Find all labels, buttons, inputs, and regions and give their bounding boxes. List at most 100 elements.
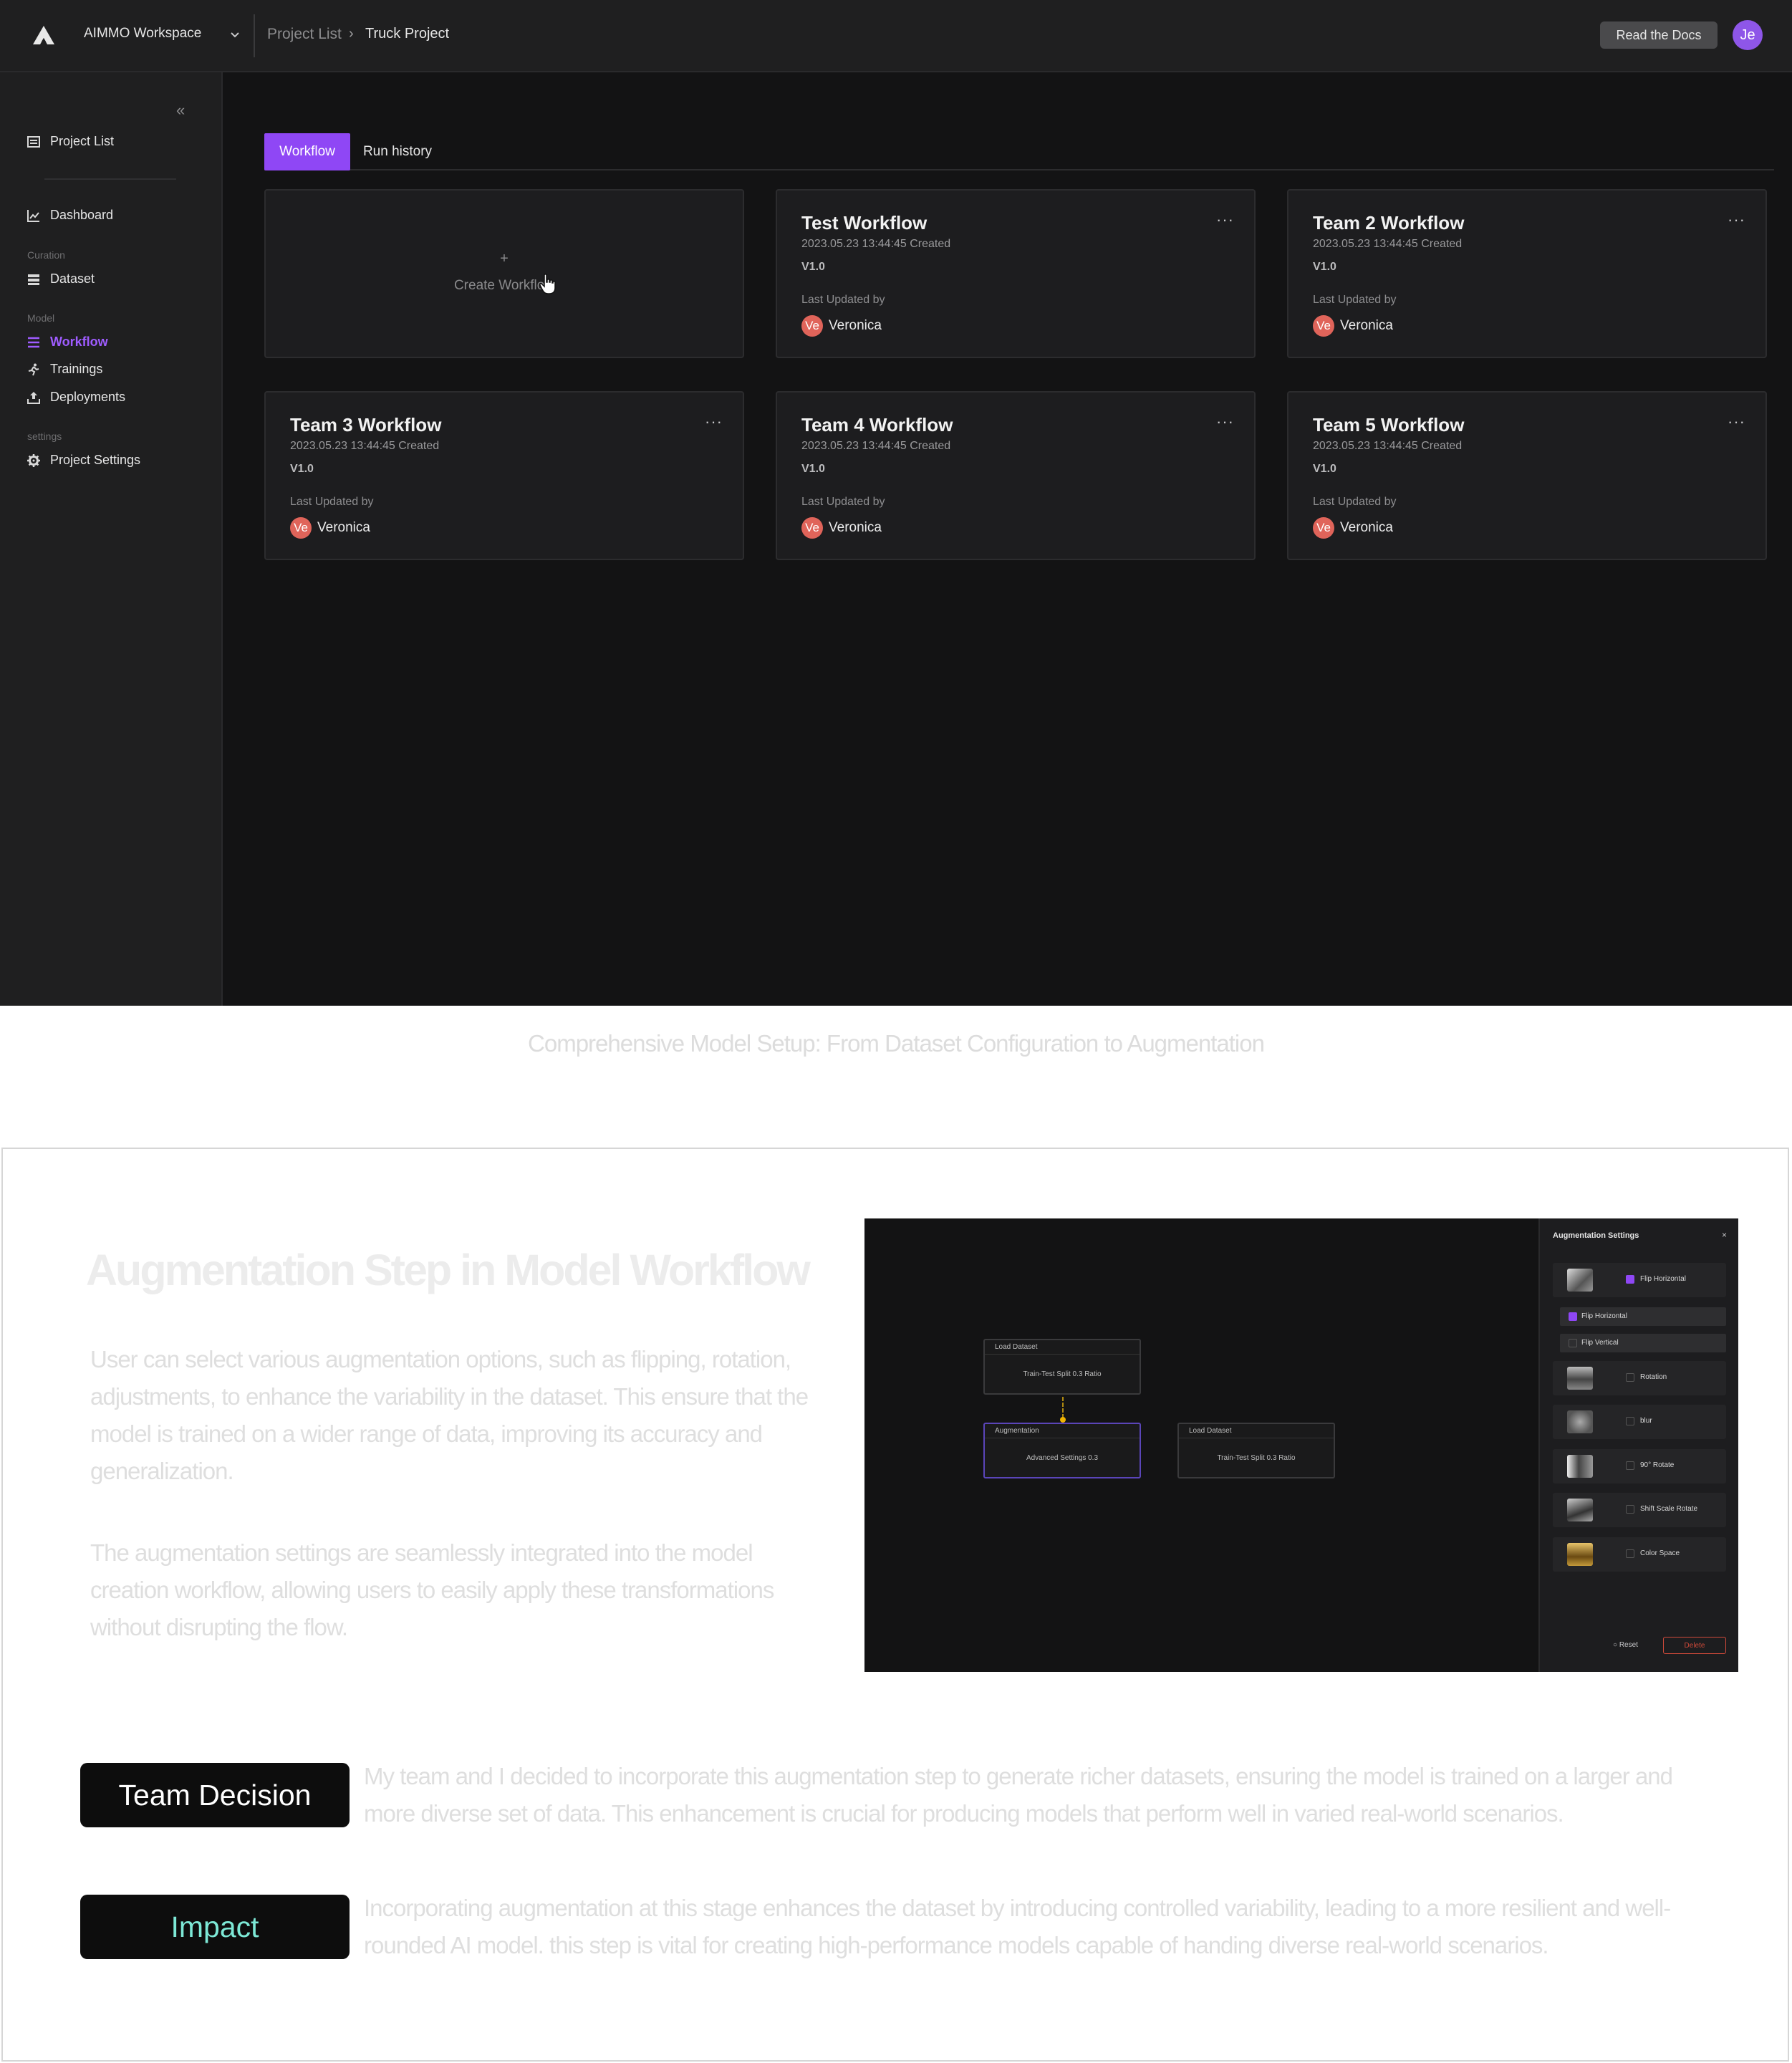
avatar: Ve [290,517,312,539]
tab-run-history[interactable]: Run history [355,133,440,170]
sidebar-item-label: Trainings [50,362,103,376]
updated-by-user: Ve Veronica [801,315,882,337]
avatar: Ve [1313,315,1334,337]
version-label: V1.0 [1313,261,1336,273]
create-workflow-card[interactable]: + Create Workflow [264,189,744,358]
last-updated-label: Last Updated by [290,496,374,508]
workflow-card[interactable]: Team 2 Workflow 2023.05.23 13:44:45 Crea… [1287,189,1767,358]
workflow-title: Test Workflow [801,212,928,234]
top-bar: AIMMO Workspace Project List › Truck Pro… [0,0,1792,72]
last-updated-label: Last Updated by [801,496,885,508]
collapse-sidebar-icon[interactable]: « [176,101,185,120]
created-date: 2023.05.23 13:44:45 Created [1313,440,1463,452]
option-checkbox[interactable] [1626,1549,1634,1558]
sidebar-item-deployments[interactable]: Deployments [27,390,125,405]
more-options-icon[interactable]: ··· [1216,413,1234,431]
augmentation-option[interactable]: blur [1553,1405,1726,1439]
workflow-card[interactable]: Team 3 Workflow 2023.05.23 13:44:45 Crea… [264,391,744,560]
workflow-title: Team 2 Workflow [1313,212,1465,234]
more-options-icon[interactable]: ··· [705,413,723,431]
node-header: Load Dataset [985,1340,1140,1355]
more-options-icon[interactable]: ··· [1728,211,1745,229]
app-screenshot: AIMMO Workspace Project List › Truck Pro… [0,0,1792,1006]
option-label: Flip Horizontal [1581,1312,1627,1320]
read-docs-button[interactable]: Read the Docs [1600,21,1718,49]
user-name: Veronica [829,520,882,535]
option-label: Rotation [1640,1373,1667,1381]
chevron-down-icon[interactable] [228,27,242,42]
workspace-name[interactable]: AIMMO Workspace [84,26,201,42]
close-icon[interactable]: × [1722,1230,1727,1240]
workflow-title: Team 4 Workflow [801,414,953,436]
workflow-node-load-dataset[interactable]: Load Dataset Train-Test Split 0.3 Ratio [983,1339,1141,1395]
breadcrumb-separator: › [349,26,354,42]
version-label: V1.0 [290,463,314,475]
workflow-node-augmentation[interactable]: Augmentation Advanced Settings 0.3 [983,1423,1141,1478]
node-header: Load Dataset [1179,1424,1334,1438]
augmentation-settings-panel: Augmentation Settings × Flip Horizontal … [1538,1218,1738,1672]
sidebar-item-project-settings[interactable]: Project Settings [27,453,140,468]
node-body: Train-Test Split 0.3 Ratio [1217,1454,1296,1462]
option-checkbox[interactable] [1626,1461,1634,1470]
updated-by-user: Ve Veronica [290,517,370,539]
option-label: Color Space [1640,1549,1680,1557]
created-date: 2023.05.23 13:44:45 Created [1313,238,1463,250]
team-decision-label: Team Decision [80,1763,350,1827]
option-checkbox[interactable] [1626,1373,1634,1382]
option-checkbox[interactable] [1569,1339,1577,1347]
connector-dot [1060,1417,1066,1423]
augmentation-option[interactable]: Flip Horizontal [1553,1263,1726,1297]
workflow-title: Team 3 Workflow [290,414,442,436]
option-checkbox[interactable] [1626,1417,1634,1425]
augmentation-heading: Augmentation Step in Model Workflow [86,1246,811,1294]
breadcrumb-project-list[interactable]: Project List [267,26,342,43]
version-label: V1.0 [801,261,825,273]
delete-button[interactable]: Delete [1663,1637,1726,1654]
sidebar: « Project List Dashboard Curation Datase… [0,72,223,1006]
user-name: Veronica [1340,520,1393,535]
augmentation-option[interactable]: Rotation [1553,1361,1726,1395]
last-updated-label: Last Updated by [1313,294,1397,306]
workflow-card[interactable]: Team 4 Workflow 2023.05.23 13:44:45 Crea… [776,391,1256,560]
option-thumbnail [1567,1269,1593,1292]
sidebar-item-project-list[interactable]: Project List [27,134,114,149]
sidebar-item-dataset[interactable]: Dataset [27,271,95,287]
user-name: Veronica [1340,318,1393,333]
more-options-icon[interactable]: ··· [1728,413,1745,431]
reset-button[interactable]: ○ Reset [1613,1641,1638,1649]
sidebar-item-label: Project List [50,134,115,148]
create-workflow-label: Create Workflow [453,278,555,293]
option-thumbnail [1567,1499,1593,1521]
option-checkbox[interactable] [1569,1312,1577,1321]
sidebar-divider [44,178,176,180]
option-checkbox[interactable] [1626,1505,1634,1514]
option-label: blur [1640,1417,1652,1425]
tabs-underline [264,169,1774,170]
option-checkbox[interactable] [1626,1275,1634,1284]
user-avatar[interactable]: Je [1733,20,1763,50]
sub-option[interactable]: Flip Horizontal [1560,1307,1726,1326]
aimmo-logo-icon[interactable] [32,24,56,46]
workflow-card[interactable]: Test Workflow 2023.05.23 13:44:45 Create… [776,189,1256,358]
node-body: Train-Test Split 0.3 Ratio [1023,1370,1102,1378]
sidebar-item-workflow[interactable]: Workflow [27,335,108,350]
augmentation-option[interactable]: 90° Rotate [1553,1449,1726,1483]
workflow-card[interactable]: Team 5 Workflow 2023.05.23 13:44:45 Crea… [1287,391,1767,560]
version-label: V1.0 [1313,463,1336,475]
more-options-icon[interactable]: ··· [1216,211,1234,229]
augmentation-option[interactable]: Shift Scale Rotate [1553,1493,1726,1527]
tab-workflow[interactable]: Workflow [264,133,350,170]
augmentation-option[interactable]: Color Space [1553,1537,1726,1572]
section-label-settings: settings [27,431,62,442]
sidebar-item-dashboard[interactable]: Dashboard [27,208,113,223]
panel-title: Augmentation Settings [1553,1231,1639,1240]
option-label: Flip Horizontal [1640,1275,1686,1283]
section-label-curation: Curation [27,249,65,261]
workflow-node-load-dataset[interactable]: Load Dataset Train-Test Split 0.3 Ratio [1177,1423,1335,1478]
database-icon [28,274,39,285]
sidebar-item-trainings[interactable]: Trainings [27,362,102,377]
upload-icon [27,391,40,404]
sidebar-item-label: Workflow [50,335,108,349]
sub-option[interactable]: Flip Vertical [1560,1334,1726,1352]
augmentation-screenshot: Load Dataset Train-Test Split 0.3 Ratio … [864,1218,1738,1672]
